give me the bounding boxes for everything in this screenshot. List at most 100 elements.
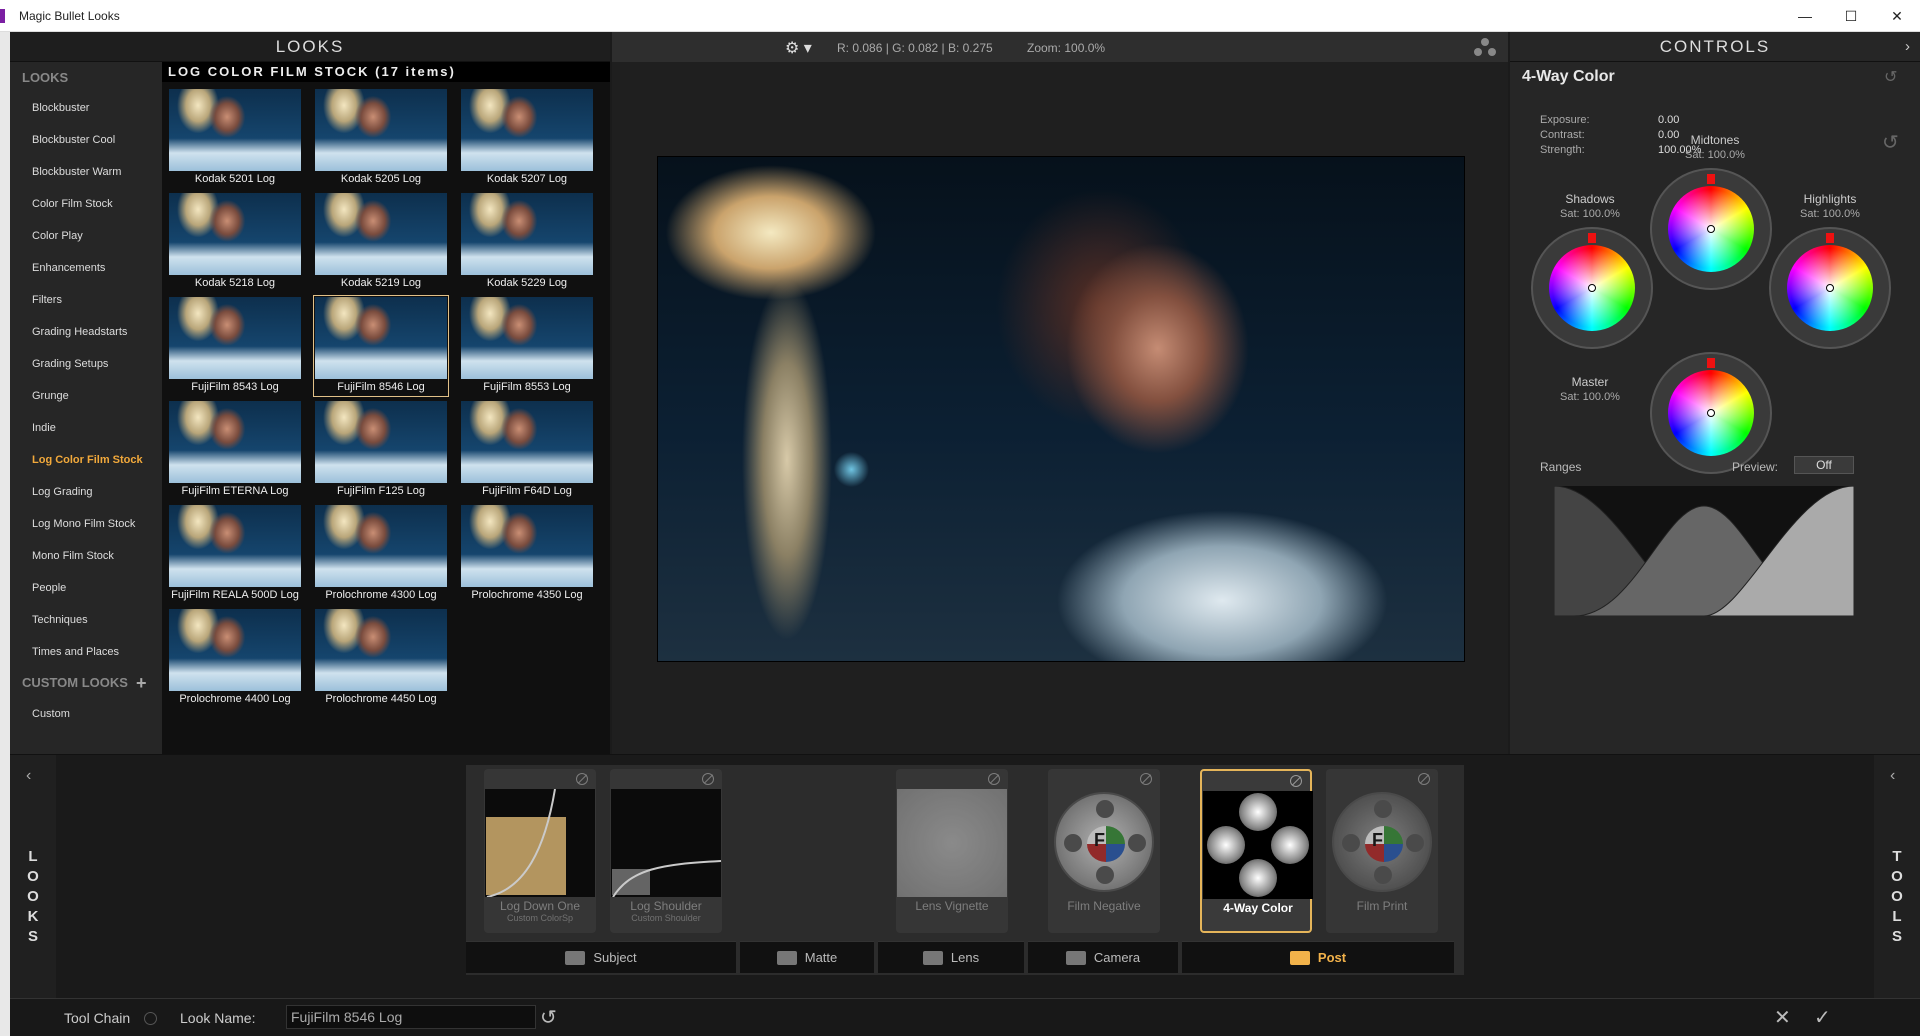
looks-side-tab[interactable]: ‹ L O O K S [10,755,56,999]
bottom-toolchain: ‹ L O O K S ‹ T O O L S Log Down One Cus… [10,754,1920,999]
segment-label: Subject [593,950,637,965]
category-item[interactable]: Blockbuster [10,92,162,124]
tool-log-shoulder[interactable]: Log Shoulder Custom Shoulder [610,769,722,933]
chevron-right-icon[interactable]: › [1905,38,1912,55]
segment-matte[interactable]: Matte [740,941,874,973]
reset-icon[interactable]: ↺ [1884,67,1897,87]
look-thumbnail[interactable]: FujiFilm ETERNA Log [168,400,302,500]
look-label: Kodak 5219 Log [340,277,422,289]
exposure-value[interactable]: 0.00 [1658,114,1679,126]
category-item[interactable]: Filters [10,284,162,316]
look-preview-image [169,89,301,171]
master-wheel[interactable] [1650,352,1772,474]
custom-category-item[interactable]: Custom [10,698,162,730]
category-item[interactable]: Grading Headstarts [10,316,162,348]
category-item[interactable]: Blockbuster Cool [10,124,162,156]
look-thumbnail[interactable]: Kodak 5219 Log [314,192,448,292]
look-thumbnail[interactable]: Prolochrome 4300 Log [314,504,448,604]
tools-tab-label: T O O L S [1891,848,1903,945]
segment-post[interactable]: Post [1182,941,1454,973]
ranges-graph[interactable] [1554,486,1854,616]
highlights-wheel[interactable] [1769,227,1891,349]
category-item[interactable]: Grunge [10,380,162,412]
shadows-wheel[interactable] [1531,227,1653,349]
disable-icon[interactable] [702,773,714,785]
midtones-wheel[interactable] [1650,168,1772,290]
tool-name: Log Down One [499,899,581,913]
look-thumbnail[interactable]: Kodak 5229 Log [460,192,594,292]
highlights-center[interactable] [1826,284,1834,292]
tool-lens-vignette[interactable]: Lens Vignette [896,769,1008,933]
lens-icon [922,950,943,965]
category-item[interactable]: Log Mono Film Stock [10,508,162,540]
master-knob[interactable] [1707,358,1715,368]
cancel-icon[interactable]: ✕ [1774,1005,1791,1030]
disable-icon[interactable] [576,773,588,785]
look-thumbnail[interactable]: Prolochrome 4400 Log [168,608,302,708]
rgb-readout: R: 0.086 | G: 0.082 | B: 0.275 [837,41,993,55]
disable-icon[interactable] [144,1011,158,1025]
tool-film-print[interactable]: F Film Print [1326,769,1438,933]
shadows-knob[interactable] [1588,233,1596,243]
look-thumbnail[interactable]: Kodak 5205 Log [314,88,448,188]
category-item[interactable]: Mono Film Stock [10,540,162,572]
look-label: FujiFilm F125 Log [336,485,426,497]
category-item[interactable]: Times and Places [10,636,162,668]
look-name-input[interactable] [286,1005,536,1029]
look-thumbnail[interactable]: FujiFilm REALA 500D Log [168,504,302,604]
disable-icon[interactable] [1290,775,1302,787]
tool-4-way-color[interactable]: 4-Way Color [1200,769,1313,933]
look-preview-image [461,401,593,483]
shadows-center[interactable] [1588,284,1596,292]
segment-lens[interactable]: Lens [878,941,1024,973]
look-thumbnail[interactable]: Kodak 5207 Log [460,88,594,188]
reset-wheels-icon[interactable]: ↺ [1882,130,1899,155]
bottom-bar: Tool Chain Look Name: ↺ ✕ ✓ [10,998,1920,1036]
chevron-left-icon[interactable]: ‹ [26,767,31,785]
category-item[interactable]: Enhancements [10,252,162,284]
preview-image[interactable] [657,156,1465,662]
disable-icon[interactable] [1140,773,1152,785]
category-item[interactable]: Blockbuster Warm [10,156,162,188]
close-button[interactable]: ✕ [1874,0,1920,32]
look-thumbnail[interactable]: Kodak 5201 Log [168,88,302,188]
highlights-knob[interactable] [1826,233,1834,243]
maximize-button[interactable]: ☐ [1828,0,1874,32]
category-item[interactable]: Color Film Stock [10,188,162,220]
look-thumbnail[interactable]: FujiFilm 8546 Log [313,295,449,397]
midtones-knob[interactable] [1707,174,1715,184]
look-thumbnail[interactable]: FujiFilm 8543 Log [168,296,302,396]
tool-film-negative[interactable]: F Film Negative [1048,769,1160,933]
tools-side-tab[interactable]: ‹ T O O L S [1874,755,1920,999]
category-item[interactable]: Indie [10,412,162,444]
disable-icon[interactable] [988,773,1000,785]
scopes-icon[interactable] [1474,38,1496,56]
look-thumbnail[interactable]: FujiFilm F125 Log [314,400,448,500]
accept-icon[interactable]: ✓ [1814,1005,1831,1030]
look-thumbnail[interactable]: Prolochrome 4350 Log [460,504,594,604]
category-item[interactable]: Log Color Film Stock [10,444,162,476]
tool-log-down-one[interactable]: Log Down One Custom ColorSp [484,769,596,933]
look-thumbnail[interactable]: FujiFilm 8553 Log [460,296,594,396]
midtones-center[interactable] [1707,225,1715,233]
category-item[interactable]: Grading Setups [10,348,162,380]
look-thumbnail[interactable]: FujiFilm F64D Log [460,400,594,500]
category-item[interactable]: People [10,572,162,604]
minimize-button[interactable]: — [1782,0,1828,32]
category-item[interactable]: Techniques [10,604,162,636]
master-center[interactable] [1707,409,1715,417]
gear-icon[interactable]: ⚙ ▾ [785,38,812,58]
segment-camera[interactable]: Camera [1028,941,1178,973]
preview-toggle[interactable]: Off [1794,456,1854,474]
disable-icon[interactable] [1418,773,1430,785]
chevron-left-icon[interactable]: ‹ [1890,767,1895,785]
category-item[interactable]: Log Grading [10,476,162,508]
category-item[interactable]: Color Play [10,220,162,252]
look-label: Kodak 5205 Log [340,173,422,185]
look-thumbnail[interactable]: Kodak 5218 Log [168,192,302,292]
tool-chain-button[interactable]: Tool Chain [64,999,158,1036]
look-thumbnail[interactable]: Prolochrome 4450 Log [314,608,448,708]
segment-subject[interactable]: Subject [466,941,736,973]
add-custom-look-icon[interactable]: + [136,668,147,698]
undo-icon[interactable]: ↺ [540,1005,557,1030]
